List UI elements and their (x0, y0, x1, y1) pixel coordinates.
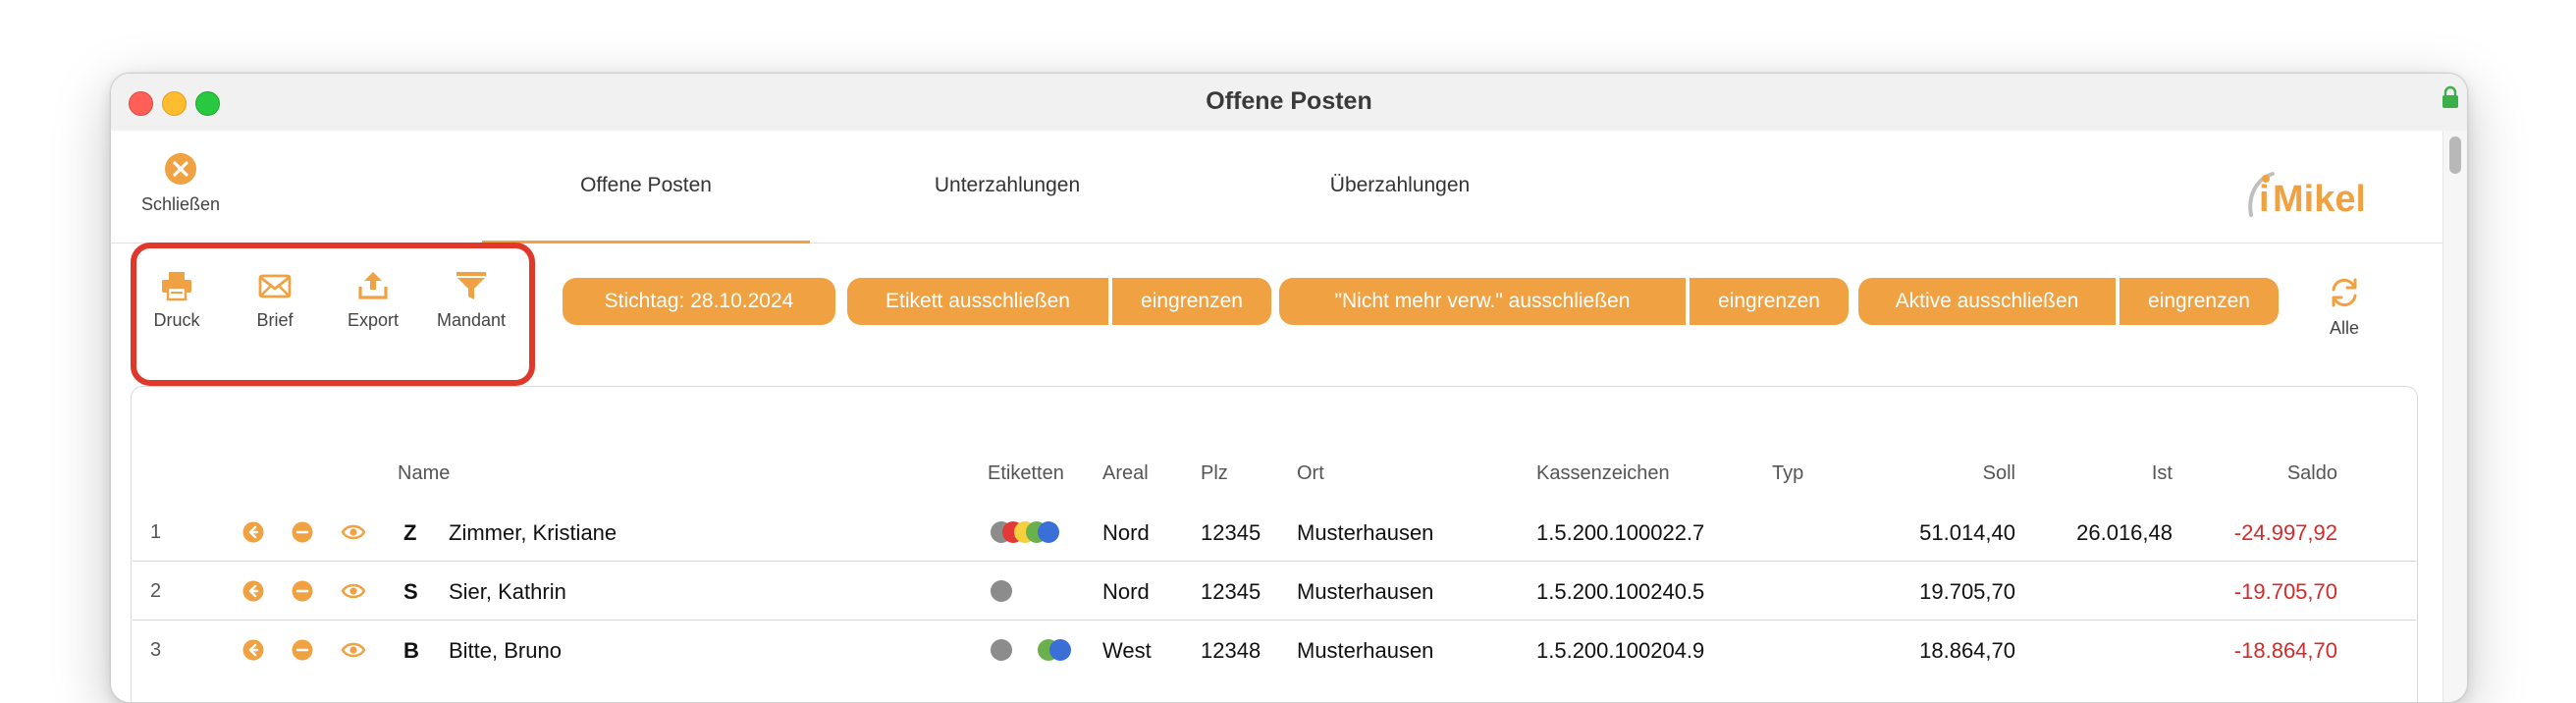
close-circle-icon (165, 153, 196, 185)
cell-ort: Musterhausen (1297, 638, 1434, 663)
window-title: Offene Posten (1206, 87, 1372, 115)
column-header-soll[interactable]: Soll (1868, 462, 2015, 485)
label-dot-gray (991, 580, 1012, 602)
minus-icon[interactable] (292, 639, 313, 661)
stichtag-button[interactable]: Stichtag: 28.10.2024 (563, 278, 835, 325)
cell-kassenzeichen: 1.5.200.100204.9 (1536, 638, 1705, 663)
name-initial: Z (403, 520, 417, 545)
column-header-kassenzeichen[interactable]: Kassenzeichen (1536, 462, 1670, 485)
cell-plz: 12345 (1201, 520, 1261, 545)
back-arrow-icon[interactable] (242, 580, 264, 602)
cell-ort: Musterhausen (1297, 579, 1434, 604)
row-number: 2 (150, 580, 162, 602)
column-header-typ[interactable]: Typ (1772, 462, 1803, 485)
column-header-plz[interactable]: Plz (1201, 462, 1228, 485)
scrollbar-thumb[interactable] (2449, 136, 2461, 174)
close-button-label: Schließen (140, 194, 221, 214)
title-bar: Offene Posten (111, 74, 2467, 132)
back-arrow-icon[interactable] (242, 639, 264, 661)
app-window: Offene Posten Schließen Offene Posten Un… (110, 73, 2468, 703)
refresh-all-button[interactable]: Alle (2310, 276, 2379, 339)
close-button[interactable]: Schließen (136, 152, 225, 215)
etikett-eingrenzen-button[interactable]: eingrenzen (1112, 278, 1271, 325)
svg-text:Mikel: Mikel (2273, 179, 2363, 220)
name-initial: B (403, 638, 419, 663)
cell-areal: West (1102, 638, 1152, 663)
column-header-areal[interactable]: Areal (1102, 462, 1149, 485)
column-header-etiketten[interactable]: Etiketten (988, 462, 1064, 485)
imikel-logo: i Mikel (2245, 166, 2366, 225)
tab-unterzahlungen[interactable]: Unterzahlungen (843, 174, 1171, 197)
eye-icon[interactable] (341, 639, 366, 661)
svg-text:i: i (2259, 179, 2270, 220)
vertical-scrollbar[interactable] (2442, 131, 2467, 702)
back-arrow-icon[interactable] (242, 521, 264, 543)
cell-saldo: -18.864,70 (2233, 638, 2337, 663)
tab-ueberzahlungen[interactable]: Überzahlungen (1236, 174, 1564, 197)
column-header-name[interactable]: Name (398, 462, 450, 485)
label-dot-blue (1049, 639, 1071, 661)
eye-icon[interactable] (341, 580, 366, 602)
eye-icon[interactable] (341, 521, 366, 543)
cell-soll: 51.014,40 (1919, 520, 2015, 545)
tab-offene-posten[interactable]: Offene Posten (482, 174, 810, 197)
cell-name: Sier, Kathrin (449, 579, 566, 604)
cell-soll: 18.864,70 (1919, 638, 2015, 663)
row-divider (133, 620, 2416, 621)
aktive-eingrenzen-button[interactable]: eingrenzen (2120, 278, 2279, 325)
active-tab-indicator (482, 241, 810, 243)
cell-ort: Musterhausen (1297, 520, 1434, 545)
row-number: 3 (150, 639, 162, 661)
lock-icon (2442, 85, 2458, 108)
name-initial: S (403, 579, 418, 604)
column-header-ort[interactable]: Ort (1297, 462, 1324, 485)
cell-soll: 19.705,70 (1919, 579, 2015, 604)
cell-name: Bitte, Bruno (449, 638, 562, 663)
column-header-ist[interactable]: Ist (2025, 462, 2173, 485)
minus-icon[interactable] (292, 521, 313, 543)
cell-ist: 26.016,48 (2076, 520, 2173, 545)
cell-kassenzeichen: 1.5.200.100240.5 (1536, 579, 1705, 604)
nicht-mehr-verw-eingrenzen-button[interactable]: eingrenzen (1690, 278, 1849, 325)
aktive-ausschliessen-button[interactable]: Aktive ausschließen (1858, 278, 2116, 325)
row-number: 1 (150, 521, 162, 543)
row-divider (133, 561, 2416, 562)
refresh-label: Alle (2329, 318, 2359, 338)
cell-areal: Nord (1102, 520, 1150, 545)
label-dot-blue (1038, 521, 1059, 543)
cell-plz: 12348 (1201, 638, 1261, 663)
refresh-icon (2332, 278, 2357, 307)
cell-name: Zimmer, Kristiane (449, 520, 617, 545)
column-header-saldo[interactable]: Saldo (2190, 462, 2337, 485)
cell-areal: Nord (1102, 579, 1150, 604)
cell-kassenzeichen: 1.5.200.100022.7 (1536, 520, 1705, 545)
nicht-mehr-verw-ausschliessen-button[interactable]: "Nicht mehr verw." ausschließen (1279, 278, 1686, 325)
cell-plz: 12345 (1201, 579, 1261, 604)
cell-saldo: -19.705,70 (2233, 579, 2337, 604)
minus-icon[interactable] (292, 580, 313, 602)
top-toolbar: Schließen Offene Posten Unterzahlungen Ü… (111, 131, 2467, 243)
cell-saldo: -24.997,92 (2233, 520, 2337, 545)
highlight-frame (131, 243, 535, 386)
etikett-ausschliessen-button[interactable]: Etikett ausschließen (847, 278, 1108, 325)
label-dot-gray (991, 639, 1012, 661)
